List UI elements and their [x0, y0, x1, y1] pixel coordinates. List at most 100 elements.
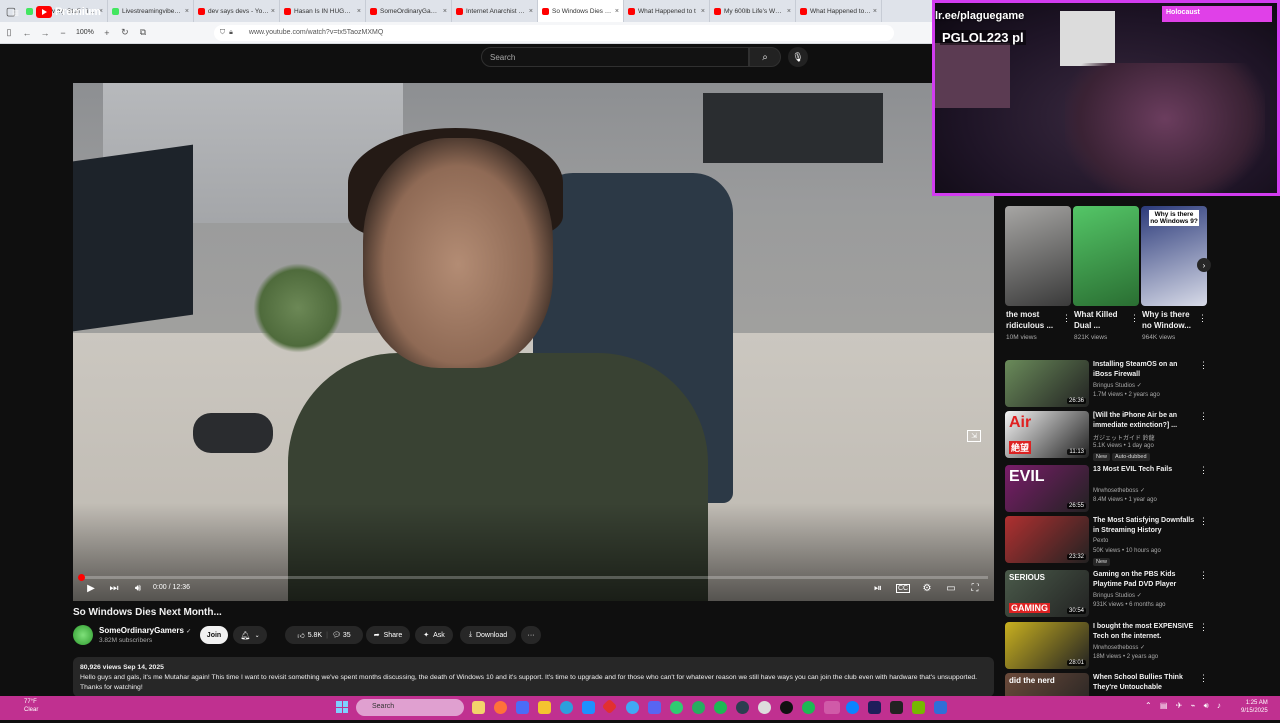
more-options-icon[interactable]: ⋮	[1199, 516, 1208, 527]
app-icon-navy[interactable]	[868, 701, 881, 714]
volume-button[interactable]: 🔊︎	[131, 581, 145, 595]
video-thumbnail[interactable]: SERIOUS GAMING 30:54	[1005, 570, 1089, 617]
app-icon[interactable]	[516, 701, 529, 714]
nvidia-icon[interactable]	[912, 701, 925, 714]
explorer-icon[interactable]	[472, 701, 485, 714]
system-tray[interactable]: ⌃ ▤ ✈ ⌁ 🔊︎ ♪	[1145, 701, 1224, 711]
video-thumbnail[interactable]: 23:32	[1005, 516, 1089, 563]
next-button[interactable]: ⏭︎	[107, 581, 121, 595]
description-box[interactable]: 80,926 views Sep 14, 2025 Hello guys and…	[73, 657, 994, 697]
recommendation-title[interactable]: I bought the most EXPENSIVE Tech on the …	[1093, 622, 1198, 642]
miniplayer-icon[interactable]: ⇲	[967, 430, 981, 442]
video-thumbnail[interactable]: 26:36	[1005, 360, 1089, 407]
video-thumbnail[interactable]: Air 絶望 11:13	[1005, 411, 1089, 458]
video-thumbnail[interactable]: 28:01	[1005, 622, 1089, 669]
scrubber-handle[interactable]	[78, 574, 85, 581]
app-icon-green-2[interactable]	[692, 701, 705, 714]
recommendation-title[interactable]: The Most Satisfying Downfalls in Streami…	[1093, 516, 1198, 536]
taskbar-clock[interactable]: 1:25 AM 9/15/2025	[1241, 699, 1268, 715]
address-bar[interactable]: ⛉ 🔒︎ www.youtube.com/watch?v=tx5TaozMXMQ	[213, 24, 894, 41]
close-icon[interactable]: ×	[185, 8, 189, 15]
close-icon[interactable]: ×	[357, 8, 361, 15]
reload-button[interactable]: ↻	[116, 24, 134, 42]
comments-button[interactable]: 💬︎ 35	[332, 631, 351, 640]
fullscreen-button[interactable]: ⛶	[968, 581, 982, 595]
recommendation-channel[interactable]: Bringus Studios ✓	[1093, 382, 1142, 389]
forward-button[interactable]: →	[36, 24, 54, 42]
settings-button[interactable]: ⚙	[920, 581, 934, 595]
more-options-icon[interactable]: ⋮	[1062, 313, 1071, 324]
youtube-logo[interactable]: Premium	[36, 6, 101, 18]
store-icon[interactable]	[582, 701, 595, 714]
short-thumbnail[interactable]: Why is there no Windows 9?	[1141, 206, 1207, 306]
search-button[interactable]: ⌕	[749, 47, 781, 67]
recommendation-title[interactable]: When School Bullies Think They're Untouc…	[1093, 673, 1198, 693]
edge-icon[interactable]	[560, 701, 573, 714]
more-actions-button[interactable]: ···	[521, 626, 541, 644]
recommendation-title[interactable]: Gaming on the PBS Kids Playtime Pad DVD …	[1093, 570, 1198, 590]
obs-icon[interactable]	[780, 701, 793, 714]
browser-tab[interactable]: SomeOrdinaryGamers ×	[366, 0, 452, 22]
theater-button[interactable]: ▭	[944, 581, 958, 595]
captions-button[interactable]: CC	[895, 581, 911, 595]
subscribed-bell-button[interactable]: 🔔︎ ⌄	[233, 626, 267, 644]
browser-tab[interactable]: My 600lb Life's Worst ×	[710, 0, 796, 22]
more-options-icon[interactable]: ⋮	[1199, 622, 1208, 633]
short-title[interactable]: Why is there no Window...	[1142, 309, 1198, 331]
more-options-icon[interactable]: ⋮	[1130, 313, 1139, 324]
browser-tab[interactable]: What Happened to t ×	[624, 0, 710, 22]
close-icon[interactable]: ×	[529, 8, 533, 15]
recommendation-item[interactable]: 28:01 I bought the most EXPENSIVE Tech on…	[1005, 622, 1215, 672]
browser-tab[interactable]: Internet Anarchist - Yo ×	[452, 0, 538, 22]
more-options-icon[interactable]: ⋮	[1199, 411, 1208, 422]
chrome-icon[interactable]	[626, 701, 639, 714]
short-thumbnail[interactable]	[1005, 206, 1071, 306]
recommendation-channel[interactable]: Pexto	[1093, 538, 1108, 544]
discord-icon[interactable]	[648, 701, 661, 714]
like-button[interactable]: 👍︎ 5.8K	[297, 631, 322, 640]
browser-tab[interactable]: Hasan Is IN HUGE Trou×	[280, 0, 366, 22]
menu-icon[interactable]: ≡	[12, 7, 24, 19]
close-icon[interactable]: ×	[787, 8, 791, 15]
sidebar-toggle-icon[interactable]: ▯	[0, 24, 18, 42]
recommendation-channel[interactable]: Mrwhosetheboss ✓	[1093, 644, 1145, 651]
more-options-icon[interactable]: ⋮	[1199, 673, 1208, 684]
search-input[interactable]: Search	[481, 47, 749, 67]
taskbar-search[interactable]: Search	[356, 699, 464, 716]
more-options-icon[interactable]: ⋮	[1198, 313, 1207, 324]
recommendation-channel[interactable]: ガジェットガイド 鈴龍	[1093, 433, 1155, 442]
app-icon-blue-2[interactable]	[934, 701, 947, 714]
short-thumbnail[interactable]	[1073, 206, 1139, 306]
join-button[interactable]: Join	[200, 626, 228, 644]
play-button[interactable]: ▶	[84, 581, 98, 595]
app-icon-dark[interactable]	[736, 701, 749, 714]
close-icon[interactable]: ×	[701, 8, 705, 15]
more-options-icon[interactable]: ⋮	[1199, 360, 1208, 371]
zoom-in-button[interactable]: +	[98, 24, 116, 42]
app-icon-grey[interactable]	[758, 701, 771, 714]
firefox-icon[interactable]	[494, 701, 507, 714]
short-title[interactable]: What Killed Dual ...	[1074, 309, 1130, 331]
back-button[interactable]: ←	[18, 24, 36, 42]
more-options-icon[interactable]: ⋮	[1199, 570, 1208, 581]
download-button[interactable]: ⤓ Download	[460, 626, 516, 644]
shorts-next-button[interactable]: ›	[1197, 258, 1211, 272]
recommendation-title[interactable]: 13 Most EVIL Tech Fails	[1093, 465, 1198, 475]
autoplay-toggle[interactable]: ⏯︎	[870, 581, 886, 595]
browser-tab[interactable]: dev says devs - YouTub×	[194, 0, 280, 22]
recommendation-item[interactable]: 23:32 The Most Satisfying Downfalls in St…	[1005, 516, 1215, 566]
app-icon-blue[interactable]	[846, 701, 859, 714]
recommendation-channel[interactable]: Mrwhosetheboss ✓	[1093, 487, 1145, 494]
share-button[interactable]: ➦ Share	[366, 626, 410, 644]
close-icon[interactable]: ×	[873, 8, 877, 15]
ask-button[interactable]: ✦ Ask	[415, 626, 453, 644]
more-options-icon[interactable]: ⋮	[1199, 465, 1208, 476]
active-window-icon[interactable]	[824, 701, 840, 714]
close-icon[interactable]: ×	[443, 8, 447, 15]
video-player[interactable]	[73, 83, 994, 601]
recommendation-title[interactable]: Installing SteamOS on an iBoss Firewall	[1093, 360, 1198, 380]
recommendation-item[interactable]: EVIL 26:55 13 Most EVIL Tech Fails Mrwhoset…	[1005, 465, 1215, 515]
app-icon-green[interactable]	[670, 701, 683, 714]
close-icon[interactable]: ×	[271, 8, 275, 15]
short-title[interactable]: the most ridiculous ...	[1006, 309, 1062, 331]
